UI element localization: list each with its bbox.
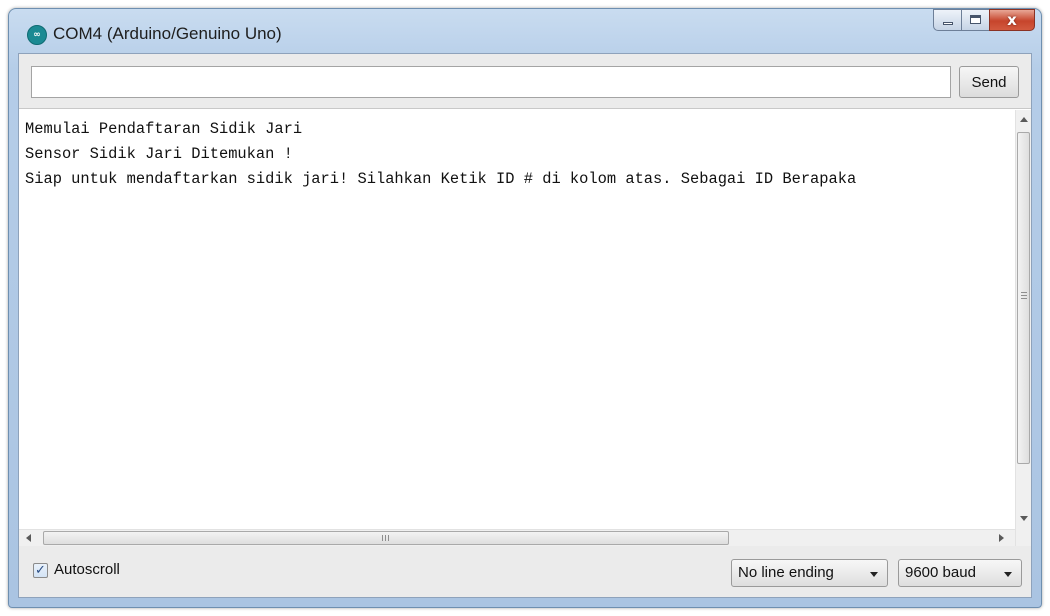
- arduino-icon: ∞: [27, 25, 47, 45]
- baud-rate-value: 9600 baud: [905, 564, 976, 581]
- scroll-left-icon[interactable]: [26, 534, 31, 542]
- scroll-right-icon[interactable]: [999, 534, 1004, 542]
- maximize-button[interactable]: [961, 9, 989, 31]
- window-title: COM4 (Arduino/Genuino Uno): [53, 24, 282, 43]
- grip-line: [1021, 298, 1027, 299]
- vertical-scroll-thumb[interactable]: [1017, 132, 1030, 464]
- horizontal-scroll-thumb[interactable]: [43, 531, 729, 545]
- grip-line: [382, 535, 383, 541]
- chevron-down-icon: [1004, 572, 1012, 577]
- status-bar: ✓ Autoscroll No line ending 9600 baud: [19, 546, 1031, 597]
- line-ending-select[interactable]: No line ending: [731, 559, 888, 587]
- serial-input[interactable]: [31, 66, 951, 98]
- output-line: Memulai Pendaftaran Sidik Jari: [25, 120, 303, 138]
- line-ending-value: No line ending: [738, 564, 834, 581]
- minimize-button[interactable]: [933, 9, 961, 31]
- scroll-up-icon[interactable]: [1020, 117, 1028, 122]
- checkmark-icon: ✓: [35, 563, 46, 578]
- minimize-icon: [943, 22, 953, 25]
- output-line: Sensor Sidik Jari Ditemukan !: [25, 145, 293, 163]
- grip-line: [388, 535, 389, 541]
- grip-line: [385, 535, 386, 541]
- autoscroll-checkbox[interactable]: ✓: [33, 563, 48, 578]
- serial-output-area[interactable]: Memulai Pendaftaran Sidik Jari Sensor Sid…: [19, 108, 1031, 546]
- serial-output-text: Memulai Pendaftaran Sidik Jari Sensor Sid…: [25, 117, 1015, 517]
- grip-line: [1021, 292, 1027, 293]
- serial-monitor-window: ∞ COM4 (Arduino/Genuino Uno) x Send Memu…: [8, 8, 1042, 608]
- serial-monitor-client: Send Memulai Pendaftaran Sidik Jari Senso…: [18, 53, 1032, 598]
- send-button[interactable]: Send: [959, 66, 1019, 98]
- vertical-scrollbar[interactable]: [1015, 110, 1031, 546]
- maximize-icon: [970, 15, 981, 24]
- chevron-down-icon: [870, 572, 878, 577]
- close-icon: x: [1007, 11, 1017, 29]
- caption-buttons: x: [933, 9, 1035, 33]
- autoscroll-label[interactable]: Autoscroll: [54, 561, 120, 578]
- title-bar[interactable]: ∞ COM4 (Arduino/Genuino Uno) x: [9, 9, 1041, 53]
- baud-rate-select[interactable]: 9600 baud: [898, 559, 1022, 587]
- output-line: Siap untuk mendaftarkan sidik jari! Sila…: [25, 170, 857, 188]
- scroll-down-icon[interactable]: [1020, 516, 1028, 521]
- grip-line: [1021, 295, 1027, 296]
- close-button[interactable]: x: [989, 9, 1035, 31]
- horizontal-scrollbar[interactable]: [19, 529, 1015, 546]
